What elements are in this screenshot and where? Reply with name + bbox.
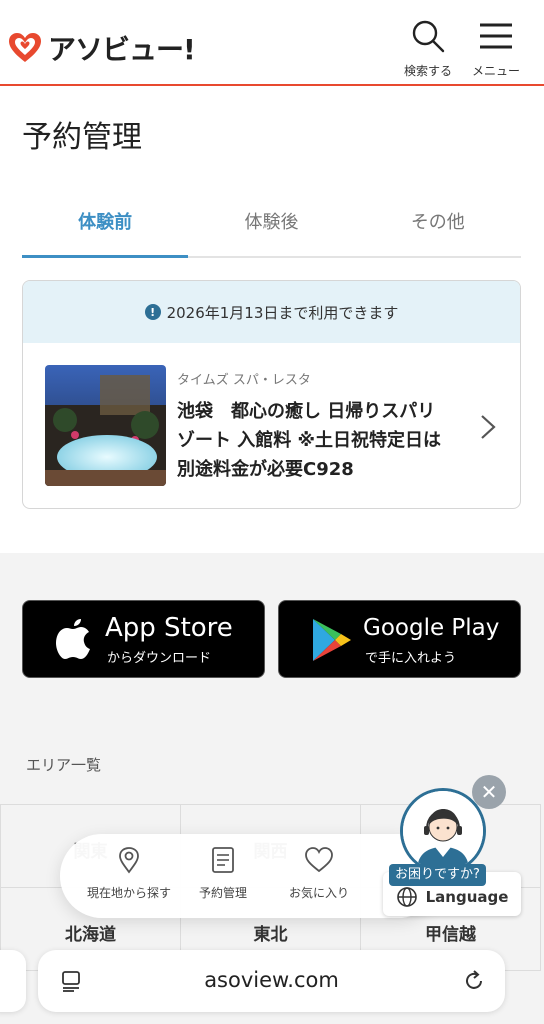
search-button[interactable]: 検索する <box>396 18 460 79</box>
close-icon: ✕ <box>480 780 498 804</box>
google-play-logo-icon <box>313 619 351 661</box>
support-avatar[interactable] <box>400 788 486 874</box>
reservation-card[interactable]: ! 2026年1月13日まで利用できます タイムズ スパ・レスタ 池袋 都心の癒… <box>22 280 521 509</box>
heart-logo-icon <box>9 33 41 62</box>
language-label: Language <box>425 888 509 906</box>
page-title: 予約管理 <box>22 120 142 155</box>
search-label: 検索する <box>403 64 452 78</box>
provider-name: タイムズ スパ・レスタ <box>177 373 311 388</box>
plan-title-line: ゾート 入館料 ※土日祝特定日は <box>177 430 442 451</box>
plan-title-line: 別途料金が必要C928 <box>177 459 354 480</box>
area-list-title: エリア一覧 <box>26 756 102 774</box>
expiry-notice-text: 2026年1月13日まで利用できます <box>166 303 399 322</box>
asoview-logo[interactable]: アソビュー! <box>8 28 196 68</box>
search-icon <box>412 20 445 53</box>
browser-side-tab[interactable] <box>0 950 26 1012</box>
logo-text: アソビュー! <box>48 33 196 66</box>
tab-before-experience[interactable]: 体験前 <box>22 188 189 258</box>
globe-icon <box>396 887 417 907</box>
menu-label: メニュー <box>471 64 520 78</box>
site-header: アソビュー! 検索する メニュー <box>0 0 544 86</box>
tab-after-experience[interactable]: 体験後 <box>188 188 354 256</box>
browser-address-bar[interactable]: asoview.com <box>38 950 505 1012</box>
chevron-right-icon <box>481 415 496 439</box>
plan-title: 池袋 都心の癒し 日帰りスパリ ゾート 入館料 ※土日祝特定日は 別途料金が必要… <box>177 397 473 484</box>
location-pin-icon <box>119 847 139 874</box>
nav-label: お気に入り <box>288 886 349 900</box>
expiry-notice: ! 2026年1月13日まで利用できます <box>23 281 520 343</box>
url-text: asoview.com <box>204 968 339 992</box>
google-play-main-text: Google Play <box>363 615 500 641</box>
app-store-main-text: App Store <box>105 613 233 643</box>
menu-button[interactable]: メニュー <box>464 18 528 79</box>
tab-other[interactable]: その他 <box>355 188 521 256</box>
document-icon <box>212 847 234 873</box>
reservation-card-body: タイムズ スパ・レスタ 池袋 都心の癒し 日帰りスパリ ゾート 入館料 ※土日祝… <box>23 343 520 508</box>
reservation-tabs: 体験前 体験後 その他 <box>22 188 521 258</box>
google-play-sub-text: で手に入れよう <box>365 651 457 666</box>
nav-favorites[interactable]: お気に入り <box>264 846 374 901</box>
google-play-button[interactable]: Google Play で手に入れよう <box>278 600 521 678</box>
spa-thumbnail <box>45 365 166 486</box>
apple-logo-icon <box>56 619 90 659</box>
heart-icon <box>305 847 333 873</box>
app-store-button[interactable]: App Store からダウンロード <box>22 600 265 678</box>
app-store-sub-text: からダウンロード <box>107 651 212 666</box>
hamburger-menu-icon <box>480 23 512 49</box>
nav-reservations[interactable]: 予約管理 <box>168 846 278 901</box>
nav-label: 予約管理 <box>198 886 247 900</box>
info-icon: ! <box>144 304 161 320</box>
help-close-button[interactable]: ✕ <box>472 775 506 809</box>
plan-title-line: 池袋 都心の癒し 日帰りスパリ <box>177 401 436 422</box>
support-operator-icon <box>403 791 483 871</box>
help-badge[interactable]: お困りですか? <box>389 864 486 886</box>
reload-icon[interactable] <box>462 969 486 993</box>
